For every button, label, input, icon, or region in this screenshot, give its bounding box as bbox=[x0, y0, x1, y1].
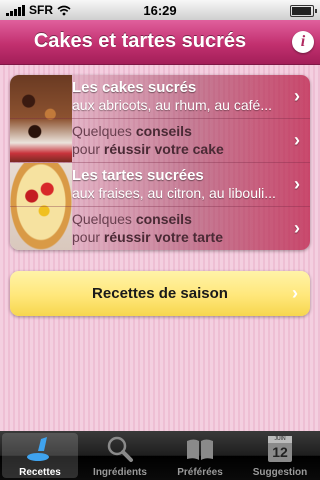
status-bar: SFR 16:29 bbox=[0, 0, 320, 20]
tab-label: Ingrédients bbox=[93, 467, 147, 478]
magnifier-icon bbox=[107, 436, 133, 462]
book-icon bbox=[187, 439, 213, 460]
row-subtitle: aux abricots, au rhum, au café... bbox=[72, 97, 272, 113]
menu-row-tart-tips[interactable]: Quelques conseils pour réussir votre tar… bbox=[10, 207, 310, 250]
tab-bar: Recettes Ingrédients Préférées JUIN 12 S… bbox=[0, 431, 320, 480]
chevron-right-icon: › bbox=[294, 86, 300, 106]
tab-ingredients[interactable]: Ingrédients bbox=[80, 431, 160, 480]
row-text-bold: conseils bbox=[135, 123, 192, 139]
row-subtitle: aux fraises, au citron, au libouli... bbox=[72, 185, 276, 201]
menu-row-cakes[interactable]: Les cakes sucrés aux abricots, au rhum, … bbox=[10, 75, 310, 119]
row-line1: Quelques conseils bbox=[72, 211, 286, 227]
info-button[interactable]: i bbox=[292, 31, 314, 53]
row-text: pour bbox=[72, 229, 104, 245]
seasonal-recipes-button[interactable]: Recettes de saison › bbox=[10, 271, 310, 316]
row-line2: pour réussir votre cake bbox=[72, 141, 286, 157]
tab-recettes[interactable]: Recettes bbox=[0, 431, 80, 480]
tab-suggestion[interactable]: JUIN 12 Suggestion bbox=[240, 431, 320, 480]
tab-label: Recettes bbox=[19, 467, 61, 478]
page-title: Cakes et tartes sucrés bbox=[33, 30, 247, 52]
row-text-bold: conseils bbox=[135, 211, 192, 227]
calendar-month: JUIN bbox=[268, 436, 292, 443]
chevron-right-icon: › bbox=[294, 130, 300, 150]
row-text-bold: réussir votre tarte bbox=[103, 229, 223, 245]
row-line1: Quelques conseils bbox=[72, 123, 286, 139]
chevron-right-icon: › bbox=[294, 174, 300, 194]
row-text: Quelques bbox=[72, 123, 136, 139]
tab-label: Suggestion bbox=[252, 467, 308, 478]
recipe-menu: Les cakes sucrés aux abricots, au rhum, … bbox=[10, 75, 310, 250]
chevron-right-icon: › bbox=[294, 218, 300, 238]
navigation-bar: Cakes et tartes sucrés i bbox=[0, 20, 320, 65]
clock: 16:29 bbox=[143, 3, 177, 18]
row-text: pour bbox=[72, 141, 104, 157]
row-text: Quelques bbox=[72, 211, 136, 227]
whisk-icon bbox=[27, 437, 49, 461]
calendar-icon: JUIN 12 bbox=[268, 436, 292, 462]
tab-preferees[interactable]: Préférées bbox=[160, 431, 240, 480]
row-text-bold: réussir votre cake bbox=[103, 141, 224, 157]
menu-row-cake-tips[interactable]: Quelques conseils pour réussir votre cak… bbox=[10, 119, 310, 163]
row-title: Les tartes sucrées bbox=[72, 167, 204, 184]
tab-label: Préférées bbox=[177, 467, 223, 478]
battery-icon bbox=[290, 5, 317, 17]
menu-row-tarts[interactable]: Les tartes sucrées aux fraises, au citro… bbox=[10, 163, 310, 207]
row-line2: pour réussir votre tarte bbox=[72, 229, 286, 245]
calendar-day: 12 bbox=[272, 444, 288, 460]
seasonal-recipes-label: Recettes de saison bbox=[92, 285, 228, 302]
chevron-right-icon: › bbox=[292, 283, 298, 303]
row-title: Les cakes sucrés bbox=[72, 79, 197, 96]
